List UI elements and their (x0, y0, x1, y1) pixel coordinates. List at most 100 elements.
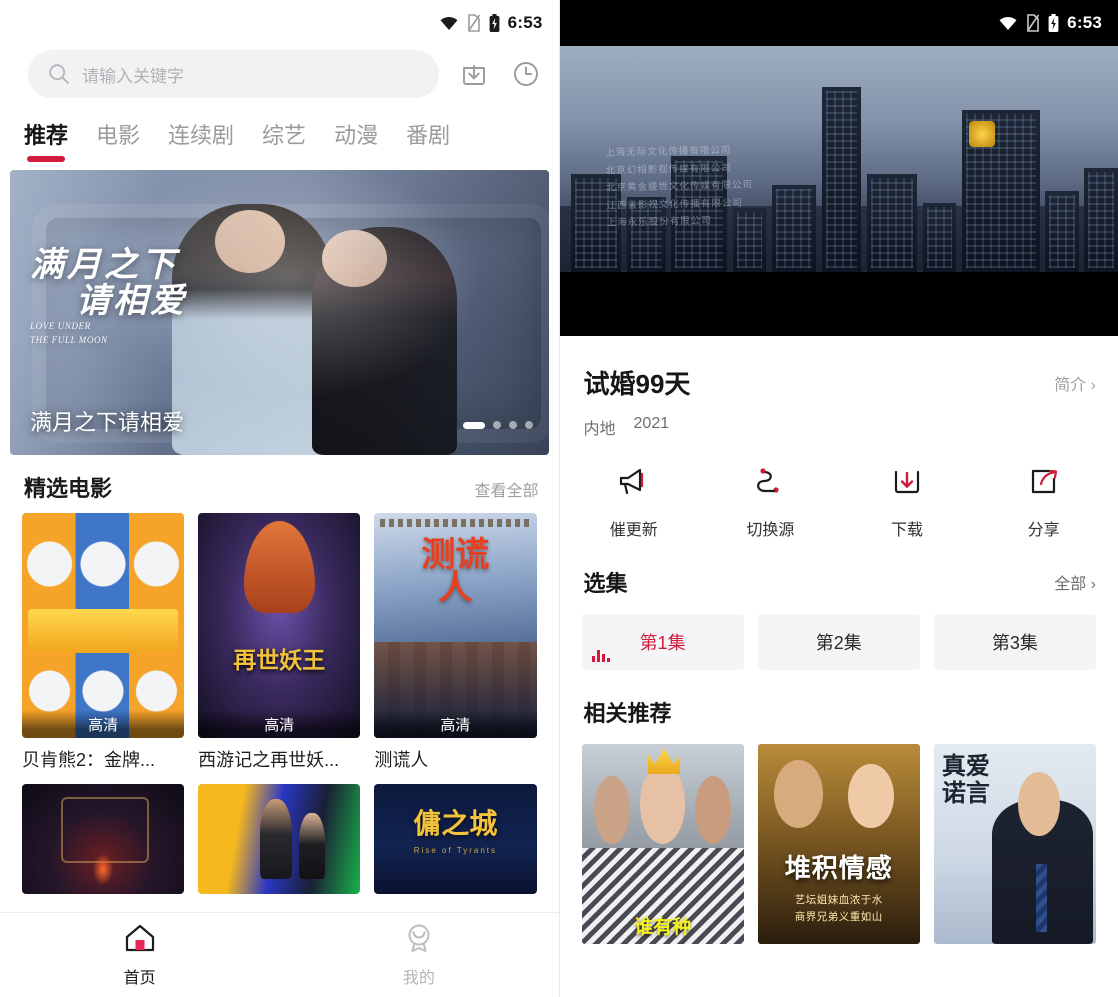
home-icon (124, 923, 156, 958)
tab-movie-label: 电影 (96, 123, 141, 148)
featured-banner[interactable]: 满月之下 请相爱 LOVE UNDER THE FULL MOON 满月之下请相… (10, 170, 549, 455)
action-share[interactable]: 分享 (975, 465, 1112, 540)
bottom-navigation: 首页 我的 (0, 912, 559, 997)
search-icon (48, 63, 70, 85)
building (866, 173, 917, 273)
poster-text: 再世妖王 (233, 648, 326, 673)
action-download-label: 下载 (891, 522, 924, 539)
meta-region: 内地 (583, 421, 616, 438)
carousel-dot[interactable] (524, 421, 533, 429)
poster-art (380, 519, 531, 527)
history-icon[interactable] (509, 57, 543, 91)
carousel-dot[interactable] (508, 421, 517, 429)
poster-art (1018, 772, 1061, 836)
action-urge-update[interactable]: 催更新 (566, 465, 703, 540)
movie-title: 贝肯熊2：金牌... (22, 750, 156, 770)
action-share-label: 分享 (1027, 522, 1060, 539)
recommend-card[interactable]: 谁有种 (581, 744, 744, 944)
wifi-icon (998, 15, 1018, 31)
carousel-dot[interactable] (492, 421, 501, 429)
poster-art (594, 776, 631, 844)
poster-art (22, 529, 185, 599)
recommend-card[interactable]: 堆积情感 艺坛姐妹血浓于水 商界兄弟义重如山 (757, 744, 920, 944)
episode-list: 第1集 第2集 第3集 (560, 598, 1118, 670)
nav-item-profile[interactable]: 我的 (279, 913, 558, 997)
quality-badge: 高清 (374, 710, 537, 738)
poster-text: 测谎人 (421, 537, 490, 608)
poster-art (773, 760, 823, 828)
poster-art (93, 854, 113, 886)
poster-art (28, 609, 179, 653)
movie-card[interactable]: 傭之城 Rise of Tyrants (374, 784, 537, 894)
poster-art (639, 764, 686, 844)
movie-card[interactable]: 测谎人 高清 测谎人 (374, 513, 537, 772)
detail-title-row: 试婚99天 简介 › (560, 336, 1118, 401)
tab-series[interactable]: 连续剧 (168, 118, 234, 162)
recommend-title: 相关推荐 (583, 701, 672, 726)
search-input[interactable]: 请输入关键字 (28, 50, 439, 98)
quality-badge: 高清 (22, 710, 185, 738)
movie-poster: 测谎人 高清 (374, 513, 537, 738)
episode-chip-1[interactable]: 第1集 (581, 614, 744, 670)
tab-recommend[interactable]: 推荐 (24, 118, 68, 162)
movie-title: 测谎人 (374, 750, 429, 770)
action-switch-source[interactable]: 切换源 (702, 465, 839, 540)
recommend-list: 谁有种 堆积情感 艺坛姐妹血浓于水 商界兄弟义重如山 真爱诺言 (560, 728, 1118, 944)
status-time-right: 6:53 (1067, 13, 1102, 32)
poster-subtext: 艺坛姐妹血浓于水 商界兄弟义重如山 (794, 894, 883, 923)
tab-anime[interactable]: 动漫 (334, 118, 378, 162)
profile-icon (403, 923, 435, 958)
building-sign (969, 121, 996, 148)
movie-card[interactable]: 高清 贝肯熊2：金牌... (22, 513, 185, 772)
tab-anime-label: 动漫 (334, 123, 379, 148)
share-icon (1025, 465, 1063, 504)
building (626, 196, 666, 273)
movie-card[interactable] (22, 784, 185, 894)
nav-item-home-label: 首页 (123, 969, 156, 987)
movie-poster (198, 784, 361, 894)
action-bar: 催更新 切换源 下载 分享 (560, 439, 1118, 540)
movie-card[interactable]: 再世妖王 高清 西游记之再世妖... (198, 513, 361, 772)
battery-charging-icon (1048, 14, 1059, 32)
detail-meta: 内地 2021 (560, 401, 1118, 439)
status-bar-right: 6:53 (559, 0, 1118, 46)
view-all-link[interactable]: 查看全部 (474, 477, 538, 501)
movie-poster (22, 784, 185, 894)
section-header-featured-movies: 精选电影 查看全部 (0, 455, 559, 513)
building (671, 156, 728, 273)
intro-link[interactable]: 简介 › (1054, 371, 1096, 395)
tab-bangumi[interactable]: 番剧 (406, 118, 450, 162)
tab-recommend-label: 推荐 (24, 123, 69, 148)
poster-text: 真爱诺言 (941, 754, 990, 807)
action-urge-update-label: 催更新 (609, 522, 658, 539)
tab-variety[interactable]: 综艺 (262, 118, 306, 162)
episode-chip-3[interactable]: 第3集 (933, 614, 1096, 670)
episode-chip-2-label: 第2集 (815, 633, 862, 653)
sim-off-icon (1026, 14, 1040, 32)
nav-item-profile-label: 我的 (402, 969, 435, 987)
episodes-title: 选集 (583, 571, 628, 596)
detail-screen: 6:53 上海无际文化传播有限公司 北京幻相影视传媒有限公司 北京黄金盛世文化传… (558, 0, 1118, 997)
building (821, 86, 862, 273)
video-player[interactable]: 上海无际文化传播有限公司 北京幻相影视传媒有限公司 北京黄金盛世文化传媒有限公司… (559, 46, 1118, 336)
dual-screenshot-container: 6:53 请输入关键字 推荐 电影 连续剧 综艺 动漫 番剧 满月之下 请相爱 … (0, 0, 1118, 997)
tab-movie[interactable]: 电影 (96, 118, 140, 162)
poster-art (1036, 864, 1048, 932)
download-icon[interactable] (457, 57, 491, 91)
nav-item-home[interactable]: 首页 (0, 913, 279, 997)
search-placeholder: 请输入关键字 (82, 66, 184, 86)
episode-chip-2[interactable]: 第2集 (757, 614, 920, 670)
recommend-card[interactable]: 真爱诺言 (933, 744, 1096, 944)
action-download[interactable]: 下载 (839, 465, 976, 540)
meta-year: 2021 (633, 415, 670, 432)
chevron-right-icon: › (1090, 376, 1096, 394)
carousel-dot-active[interactable] (462, 421, 485, 429)
carousel-indicator[interactable] (462, 421, 533, 429)
building (570, 173, 621, 273)
search-row: 请输入关键字 (0, 46, 559, 108)
action-switch-source-label: 切换源 (746, 522, 795, 539)
movie-card[interactable] (198, 784, 361, 894)
intro-link-label: 简介 (1054, 376, 1087, 394)
episodes-view-all[interactable]: 全部 › (1054, 570, 1096, 594)
movie-poster: 傭之城 Rise of Tyrants (374, 784, 537, 894)
